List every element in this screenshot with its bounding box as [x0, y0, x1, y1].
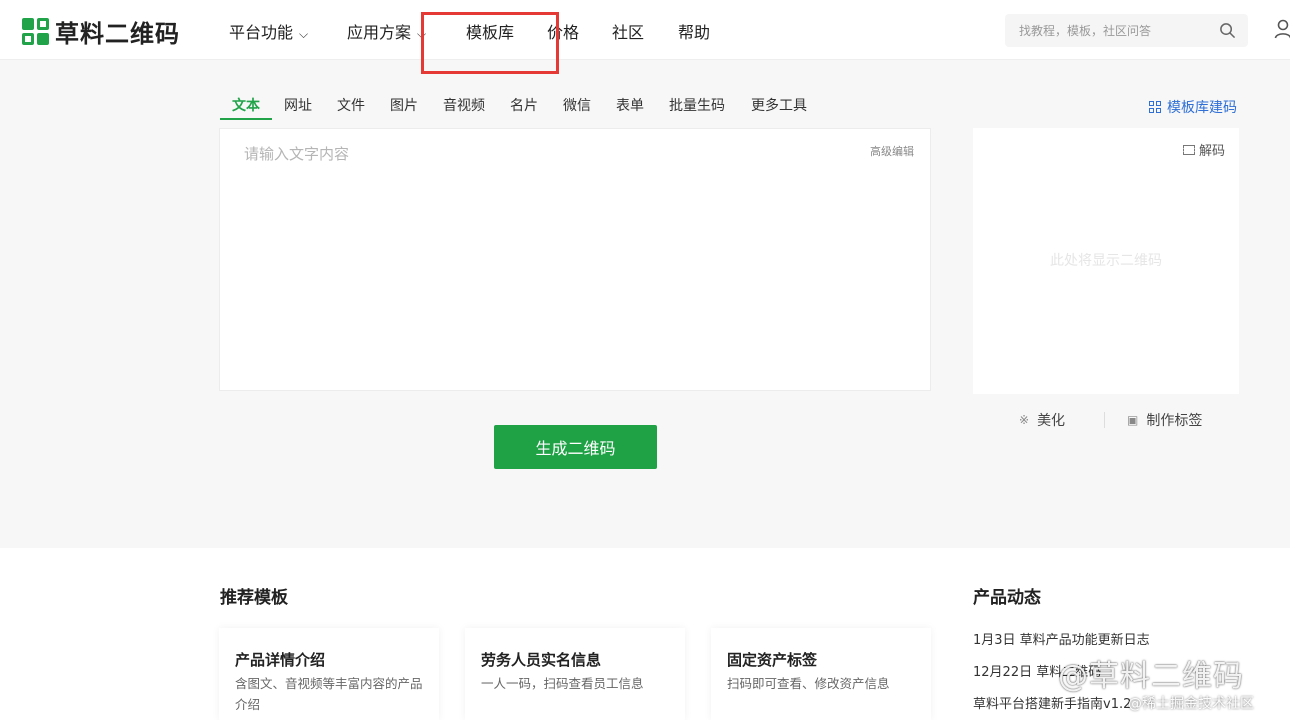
- brand-name: 草料二维码: [55, 20, 180, 48]
- tab-business-card[interactable]: 名片: [510, 95, 538, 115]
- template-card[interactable]: 固定资产标签 扫码即可查看、修改资产信息: [711, 628, 931, 720]
- active-tab-indicator: [220, 118, 272, 120]
- template-card[interactable]: 劳务人员实名信息 一人一码，扫码查看员工信息: [465, 628, 685, 720]
- template-card[interactable]: 产品详情介绍 含图文、音视频等丰富内容的产品介绍: [219, 628, 439, 720]
- recommended-templates-title: 推荐模板: [220, 588, 288, 608]
- chevron-down-icon: ⌵: [417, 27, 427, 41]
- grid-icon: [1149, 101, 1161, 113]
- user-icon[interactable]: [1274, 19, 1290, 39]
- text-editor-panel: 高级编辑: [219, 128, 931, 391]
- make-label-button[interactable]: ▣ 制作标签: [1127, 410, 1202, 430]
- nav-item-solutions[interactable]: 应用方案 ⌵: [347, 19, 426, 43]
- label-icon: ▣: [1127, 413, 1139, 427]
- qr-preview-panel: 解码 此处将显示二维码: [973, 128, 1239, 394]
- search-input[interactable]: [1019, 20, 1209, 42]
- tab-audio-video[interactable]: 音视频: [443, 95, 485, 115]
- advanced-edit-link[interactable]: 高级编辑: [870, 143, 914, 159]
- product-news-title: 产品动态: [973, 588, 1041, 608]
- sparkle-icon: ※: [1019, 413, 1030, 427]
- nav-item-platform[interactable]: 平台功能 ⌵: [229, 19, 308, 43]
- beautify-button[interactable]: ※ 美化: [1019, 410, 1065, 430]
- nav-item-community[interactable]: 社区: [612, 19, 644, 43]
- decode-button[interactable]: 解码: [1182, 140, 1225, 159]
- chevron-down-icon: ⌵: [299, 27, 309, 41]
- tab-wechat[interactable]: 微信: [563, 95, 591, 115]
- text-content-input[interactable]: [244, 143, 844, 173]
- news-item[interactable]: 草料平台搭建新手指南v1.2: [973, 693, 1131, 712]
- tab-more-tools[interactable]: 更多工具: [751, 95, 807, 115]
- search-icon[interactable]: [1219, 22, 1236, 39]
- preview-tools: ※ 美化 ▣ 制作标签: [973, 410, 1239, 430]
- watermark-main: @草料二维码: [1058, 659, 1244, 694]
- brand-logo[interactable]: 草料二维码: [22, 14, 180, 49]
- tab-batch[interactable]: 批量生码: [669, 95, 725, 115]
- search-box[interactable]: [1005, 14, 1248, 47]
- nav-item-pricing[interactable]: 价格: [547, 19, 579, 43]
- top-header: 草料二维码 平台功能 ⌵ 应用方案 ⌵ 模板库 价格 社区 帮助: [0, 0, 1290, 60]
- preview-placeholder-text: 此处将显示二维码: [1050, 253, 1162, 269]
- tab-image[interactable]: 图片: [390, 95, 418, 115]
- divider: [1104, 412, 1105, 428]
- nav-item-templates[interactable]: 模板库: [466, 19, 514, 43]
- logo-icon: [22, 18, 49, 45]
- tab-file[interactable]: 文件: [337, 95, 365, 115]
- generate-qr-button[interactable]: 生成二维码: [494, 425, 657, 469]
- news-item[interactable]: 1月3日 草料产品功能更新日志: [973, 629, 1150, 648]
- scan-icon: [1182, 144, 1195, 155]
- watermark-sub: @稀土掘金技术社区: [1128, 696, 1254, 712]
- tab-text[interactable]: 文本: [232, 95, 260, 115]
- template-create-link[interactable]: 模板库建码: [1149, 97, 1237, 117]
- nav-item-help[interactable]: 帮助: [678, 19, 710, 43]
- tab-form[interactable]: 表单: [616, 95, 644, 115]
- tab-url[interactable]: 网址: [284, 95, 312, 115]
